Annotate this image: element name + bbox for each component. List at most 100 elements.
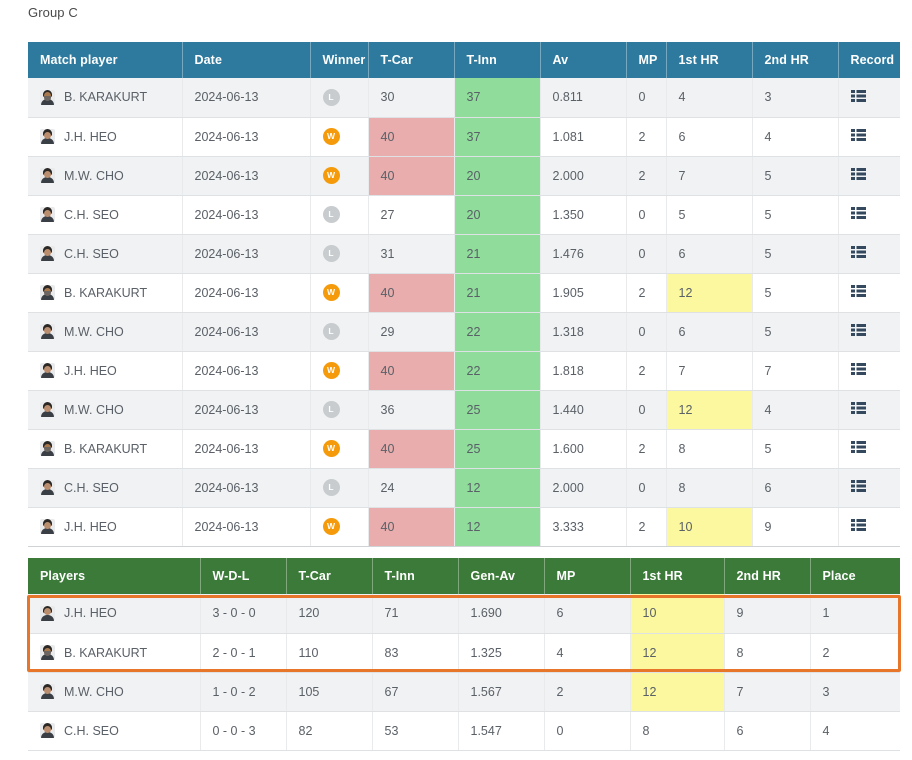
record-list-icon[interactable]: [850, 207, 866, 219]
standings-cell-t-inn: 71: [372, 594, 459, 634]
standings-cell-wdl: 2 - 0 - 1: [200, 633, 287, 673]
match-cell-player: J.H. HEO: [28, 117, 183, 157]
player-name: B. KARAKURT: [64, 441, 148, 456]
match-cell-record[interactable]: [838, 429, 900, 469]
loss-badge-icon: L: [322, 323, 340, 340]
record-list-icon[interactable]: [850, 285, 866, 297]
table-row[interactable]: M.W. CHO 2024-06-13 W 40 20 2.000 2 7 5: [28, 156, 900, 196]
match-cell-record[interactable]: [838, 117, 900, 157]
loss-badge-icon: L: [322, 245, 340, 262]
match-cell-winner: W: [310, 507, 369, 547]
match-cell-t-car: 40: [368, 351, 455, 391]
avatar: [40, 207, 55, 222]
standings-col-header-1st-hr[interactable]: 1st HR: [630, 558, 725, 594]
avatar: [40, 723, 55, 738]
standings-cell-mp: 0: [544, 711, 631, 751]
loss-badge-icon: L: [322, 401, 340, 418]
match-cell-record[interactable]: [838, 78, 900, 118]
standings-col-header-2nd-hr[interactable]: 2nd HR: [724, 558, 811, 594]
standings-col-header-mp[interactable]: MP: [544, 558, 631, 594]
match-cell-winner: W: [310, 117, 369, 157]
standings-cell-mp: 6: [544, 594, 631, 634]
match-cell-record[interactable]: [838, 312, 900, 352]
table-row[interactable]: J.H. HEO 2024-06-13 W 40 22 1.818 2 7 7: [28, 351, 900, 391]
match-cell-av: 1.081: [540, 117, 627, 157]
match-cell-2nd-hr: 6: [752, 468, 839, 508]
table-row[interactable]: M.W. CHO 2024-06-13 L 36 25 1.440 0 12 4: [28, 390, 900, 430]
match-cell-date: 2024-06-13: [182, 273, 311, 313]
match-cell-record[interactable]: [838, 195, 900, 235]
table-row[interactable]: B. KARAKURT 2 - 0 - 1 110 83 1.325 4 12 8 2: [28, 633, 900, 673]
match-col-header-winner[interactable]: Winner: [310, 42, 369, 78]
standings-table-body: J.H. HEO 3 - 0 - 0 120 71 1.690 6 10 9 1 B. KARAK…: [28, 594, 900, 751]
match-cell-date: 2024-06-13: [182, 117, 311, 157]
table-row[interactable]: B. KARAKURT 2024-06-13 W 40 25 1.600 2 8 5: [28, 429, 900, 469]
table-row[interactable]: C.H. SEO 2024-06-13 L 31 21 1.476 0 6 5: [28, 234, 900, 274]
standings-col-header-w-d-l[interactable]: W-D-L: [200, 558, 287, 594]
table-row[interactable]: J.H. HEO 2024-06-13 W 40 37 1.081 2 6 4: [28, 117, 900, 157]
avatar: [40, 441, 55, 456]
table-row[interactable]: B. KARAKURT 2024-06-13 L 30 37 0.811 0 4 3: [28, 78, 900, 118]
match-cell-date: 2024-06-13: [182, 507, 311, 547]
match-cell-player: C.H. SEO: [28, 195, 183, 235]
match-col-header-av[interactable]: Av: [540, 42, 627, 78]
match-cell-t-car: 40: [368, 507, 455, 547]
match-cell-t-car: 24: [368, 468, 455, 508]
match-col-header-match-player[interactable]: Match player: [28, 42, 183, 78]
match-col-header-mp[interactable]: MP: [626, 42, 667, 78]
record-list-icon[interactable]: [850, 480, 866, 492]
match-cell-player: M.W. CHO: [28, 312, 183, 352]
table-row[interactable]: B. KARAKURT 2024-06-13 W 40 21 1.905 2 12 5: [28, 273, 900, 313]
standings-col-header-place[interactable]: Place: [810, 558, 900, 594]
match-cell-date: 2024-06-13: [182, 351, 311, 391]
record-list-icon[interactable]: [850, 441, 866, 453]
match-cell-1st-hr: 12: [666, 390, 753, 430]
table-row[interactable]: C.H. SEO 0 - 0 - 3 82 53 1.547 0 8 6 4: [28, 711, 900, 751]
match-cell-record[interactable]: [838, 507, 900, 547]
record-list-icon[interactable]: [850, 168, 866, 180]
match-col-header-record[interactable]: Record: [838, 42, 900, 78]
match-cell-date: 2024-06-13: [182, 429, 311, 469]
match-col-header-t-car[interactable]: T-Car: [368, 42, 455, 78]
table-row[interactable]: M.W. CHO 2024-06-13 L 29 22 1.318 0 6 5: [28, 312, 900, 352]
standings-col-header-players[interactable]: Players: [28, 558, 201, 594]
table-row[interactable]: C.H. SEO 2024-06-13 L 24 12 2.000 0 8 6: [28, 468, 900, 508]
record-list-icon[interactable]: [850, 519, 866, 531]
record-list-icon[interactable]: [850, 129, 866, 141]
avatar: [40, 363, 55, 378]
match-col-header-t-inn[interactable]: T-Inn: [454, 42, 541, 78]
match-cell-1st-hr: 6: [666, 234, 753, 274]
match-cell-t-inn: 21: [454, 273, 541, 313]
match-cell-record[interactable]: [838, 156, 900, 196]
match-cell-mp: 0: [626, 390, 667, 430]
match-cell-record[interactable]: [838, 234, 900, 274]
match-cell-2nd-hr: 5: [752, 429, 839, 469]
table-row[interactable]: J.H. HEO 3 - 0 - 0 120 71 1.690 6 10 9 1: [28, 594, 900, 634]
match-cell-av: 2.000: [540, 468, 627, 508]
standings-col-header-t-car[interactable]: T-Car: [286, 558, 373, 594]
match-cell-record[interactable]: [838, 468, 900, 508]
match-cell-1st-hr: 8: [666, 468, 753, 508]
record-list-icon[interactable]: [850, 363, 866, 375]
avatar: [40, 324, 55, 339]
match-cell-record[interactable]: [838, 273, 900, 313]
record-list-icon[interactable]: [850, 324, 866, 336]
match-cell-mp: 0: [626, 78, 667, 118]
record-list-icon[interactable]: [850, 246, 866, 258]
record-list-icon[interactable]: [850, 402, 866, 414]
match-col-header-date[interactable]: Date: [182, 42, 311, 78]
standings-cell-t-inn: 53: [372, 711, 459, 751]
standings-col-header-gen-av[interactable]: Gen-Av: [458, 558, 545, 594]
table-row[interactable]: C.H. SEO 2024-06-13 L 27 20 1.350 0 5 5: [28, 195, 900, 235]
match-col-header-1st-hr[interactable]: 1st HR: [666, 42, 753, 78]
match-col-header-2nd-hr[interactable]: 2nd HR: [752, 42, 839, 78]
match-cell-record[interactable]: [838, 390, 900, 430]
match-cell-record[interactable]: [838, 351, 900, 391]
standings-col-header-t-inn[interactable]: T-Inn: [372, 558, 459, 594]
match-cell-t-inn: 25: [454, 390, 541, 430]
table-row[interactable]: M.W. CHO 1 - 0 - 2 105 67 1.567 2 12 7 3: [28, 672, 900, 712]
record-list-icon[interactable]: [850, 89, 866, 102]
match-cell-date: 2024-06-13: [182, 78, 311, 118]
match-cell-player: M.W. CHO: [28, 156, 183, 196]
table-row[interactable]: J.H. HEO 2024-06-13 W 40 12 3.333 2 10 9: [28, 507, 900, 547]
